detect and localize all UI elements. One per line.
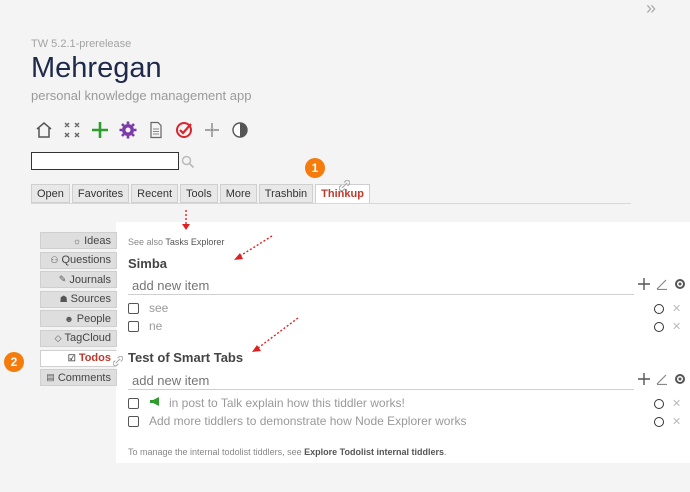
add-item-row xyxy=(128,371,686,390)
add-item-row xyxy=(128,276,686,295)
item-checkbox[interactable] xyxy=(128,302,139,314)
tasks-explorer-link[interactable]: Tasks Explorer xyxy=(165,237,224,247)
list-item: in post to Talk explain how this tiddler… xyxy=(128,395,405,411)
side-tab-questions[interactable]: ⚇ Questions xyxy=(40,251,117,269)
todo-icon: ☑ xyxy=(67,352,76,363)
item-controls: ✕ xyxy=(654,399,681,410)
see-also-line: See also Tasks Explorer xyxy=(128,237,224,247)
side-tab-label: Todos xyxy=(78,352,111,365)
plus-icon[interactable] xyxy=(638,372,650,390)
item-checkbox[interactable] xyxy=(128,320,139,332)
person-icon: ⚇ xyxy=(50,254,59,265)
gear-icon[interactable] xyxy=(674,372,686,390)
footer-note: To manage the internal todolist tiddlers… xyxy=(128,447,447,457)
priority-circle-icon[interactable] xyxy=(654,399,664,409)
item-controls: ✕ xyxy=(654,322,681,333)
side-tab-label: People xyxy=(76,312,111,325)
add-item-input[interactable] xyxy=(128,276,634,295)
side-tab-journals[interactable]: ✎ Journals xyxy=(40,271,117,289)
list-item: see xyxy=(128,300,168,316)
item-text: see xyxy=(149,301,169,315)
side-tab-label: Sources xyxy=(70,293,111,306)
plus-icon[interactable] xyxy=(638,277,650,295)
add-item-input[interactable] xyxy=(128,371,634,390)
edit-icon[interactable] xyxy=(656,277,668,295)
side-tab-sources[interactable]: ☗ Sources xyxy=(40,290,117,308)
people-icon: ☻ xyxy=(64,313,74,324)
side-tab-people[interactable]: ☻ People xyxy=(40,310,117,328)
side-tab-label: Comments xyxy=(57,371,111,384)
thinkup-vertical-tabs: ☼ Ideas ⚇ Questions ✎ Journals ☗ Sources ☻ Pe… xyxy=(40,232,117,389)
item-controls: ✕ xyxy=(654,304,681,315)
delete-icon[interactable]: ✕ xyxy=(672,322,681,333)
list-item: ne xyxy=(128,318,162,334)
delete-icon[interactable]: ✕ xyxy=(672,304,681,315)
item-controls: ✕ xyxy=(654,417,681,428)
item-text: Add more tiddlers to demonstrate how Nod… xyxy=(149,414,467,428)
side-tab-label: TagCloud xyxy=(64,332,111,345)
side-tab-ideas[interactable]: ☼ Ideas xyxy=(40,232,117,249)
tag-icon: ◇ xyxy=(54,332,62,343)
link-icon[interactable] xyxy=(112,353,124,371)
priority-circle-icon[interactable] xyxy=(654,417,664,427)
side-tab-comments[interactable]: ▤ Comments xyxy=(40,369,117,387)
callout-badge-2: 2 xyxy=(4,352,24,372)
side-tab-label: Journals xyxy=(69,273,111,286)
footer-prefix: To manage the internal todolist tiddlers… xyxy=(128,447,302,457)
side-tab-label: Ideas xyxy=(84,234,111,247)
delete-icon[interactable]: ✕ xyxy=(672,399,681,410)
journal-icon: ✎ xyxy=(58,274,67,285)
item-checkbox[interactable] xyxy=(128,415,139,427)
side-tab-todos[interactable]: ☑ Todos xyxy=(40,349,117,367)
list-item: Add more tiddlers to demonstrate how Nod… xyxy=(128,413,466,429)
item-text: in post to Talk explain how this tiddler… xyxy=(169,396,405,410)
gear-icon[interactable] xyxy=(674,277,686,295)
bulb-icon: ☼ xyxy=(72,235,82,246)
side-tab-tagcloud[interactable]: ◇ TagCloud xyxy=(40,329,117,347)
footer-suffix: . xyxy=(443,447,447,457)
priority-circle-icon[interactable] xyxy=(654,322,664,332)
megaphone-icon xyxy=(149,396,161,410)
priority-circle-icon[interactable] xyxy=(654,304,664,314)
source-icon: ☗ xyxy=(59,293,68,304)
item-text: ne xyxy=(149,319,163,333)
section-title: Test of Smart Tabs xyxy=(128,350,244,365)
comment-icon: ▤ xyxy=(46,372,55,383)
edit-icon[interactable] xyxy=(656,372,668,390)
item-checkbox[interactable] xyxy=(128,397,139,409)
explore-internal-tiddlers-link[interactable]: Explore Todolist internal tiddlers xyxy=(304,447,444,457)
see-also-prefix: See also xyxy=(128,237,164,247)
side-tab-label: Questions xyxy=(61,254,111,267)
section-title: Simba xyxy=(128,256,168,271)
delete-icon[interactable]: ✕ xyxy=(672,417,681,428)
